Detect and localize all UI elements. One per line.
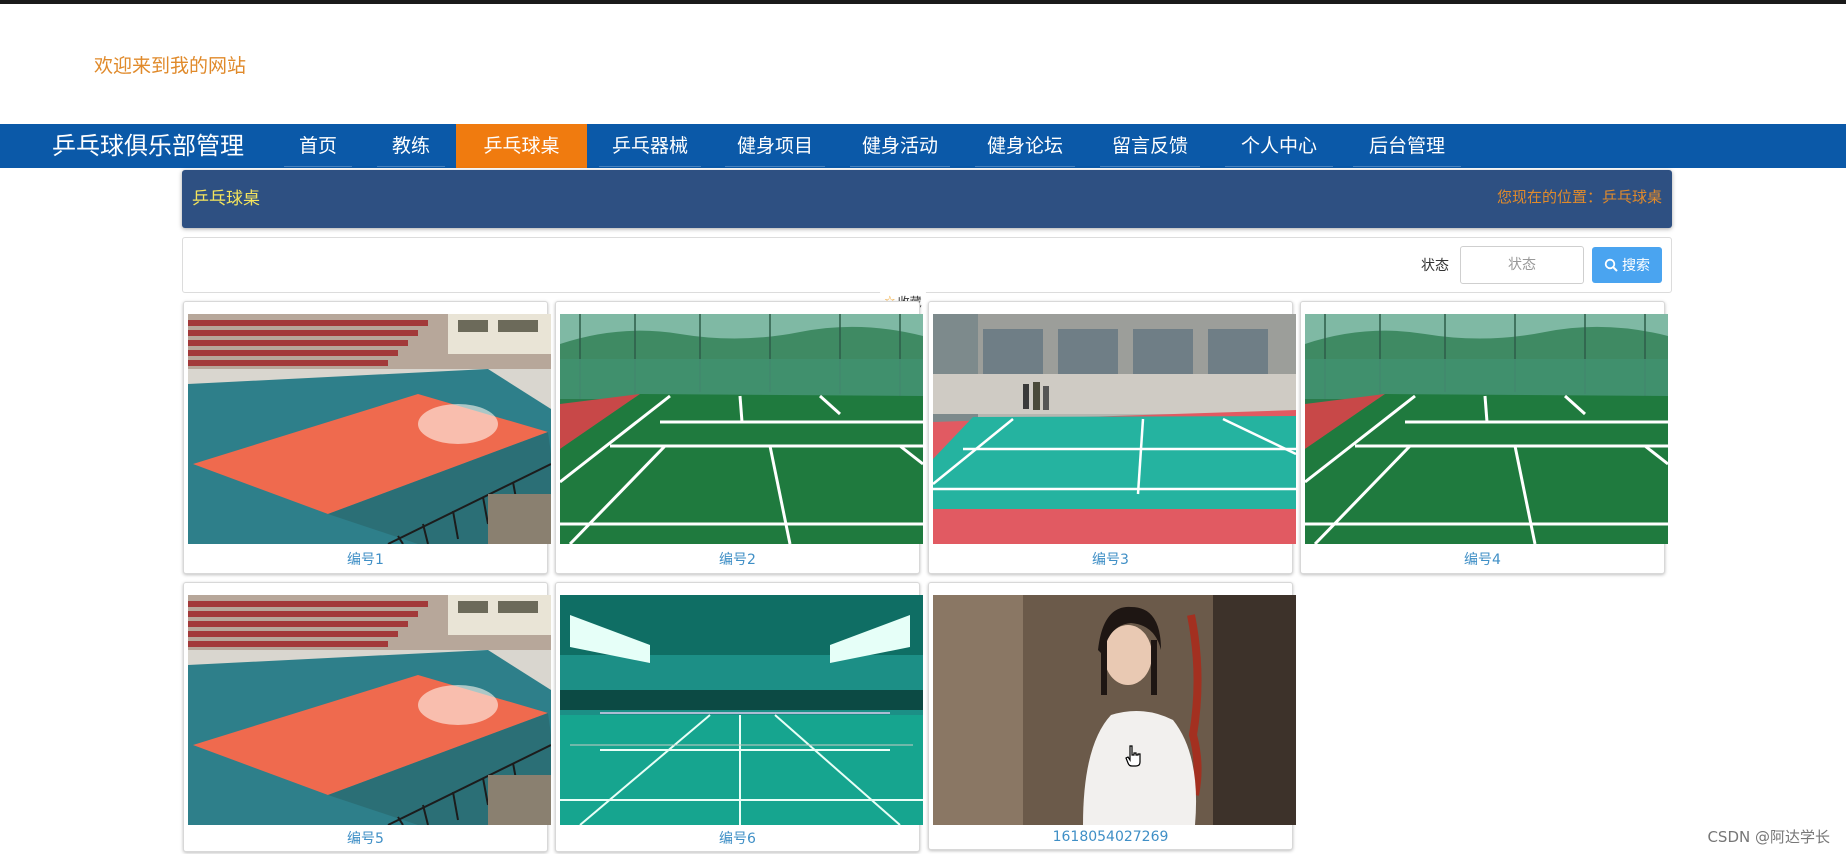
search-icon <box>1604 258 1618 272</box>
nav-coach[interactable]: 教练 <box>371 124 451 168</box>
nav-personal-center[interactable]: 个人中心 <box>1219 124 1339 168</box>
nav-feedback[interactable]: 留言反馈 <box>1094 124 1206 168</box>
card-caption[interactable]: 1618054027269 <box>929 823 1292 851</box>
status-input[interactable] <box>1460 246 1584 284</box>
card-caption[interactable]: 编号3 <box>929 546 1292 574</box>
table-card[interactable]: 编号2 <box>555 301 920 574</box>
table-card[interactable]: 编号4 <box>1300 301 1665 574</box>
status-label: 状态 <box>1421 258 1449 274</box>
breadcrumb-location: 您现在的位置：乒乓球桌 <box>1496 188 1662 206</box>
nav-fitness-forum[interactable]: 健身论坛 <box>969 124 1081 168</box>
page-title: 乒乓球桌 <box>192 189 260 209</box>
card-caption[interactable]: 编号5 <box>184 825 547 853</box>
hand-cursor-icon <box>1125 745 1141 767</box>
table-card[interactable]: 1618054027269 <box>928 582 1293 850</box>
nav-admin[interactable]: 后台管理 <box>1347 124 1467 168</box>
search-button-label: 搜索 <box>1622 258 1650 274</box>
table-card[interactable]: 编号1 <box>183 301 548 574</box>
main-navbar: 乒乓球俱乐部管理 首页 教练 乒乓球桌 乒乓器械 健身项目 健身活动 健身论坛 … <box>0 124 1846 168</box>
volleyball-court-photo[interactable] <box>188 314 551 544</box>
card-caption[interactable]: 编号2 <box>556 546 919 574</box>
card-caption[interactable]: 编号6 <box>556 825 919 853</box>
nav-home[interactable]: 首页 <box>278 124 358 168</box>
breadcrumb-bar: 乒乓球桌 您现在的位置：乒乓球桌 <box>182 170 1672 228</box>
card-caption[interactable]: 编号1 <box>184 546 547 574</box>
nav-equipment[interactable]: 乒乓器械 <box>593 124 707 168</box>
search-panel: 状态 搜索 <box>182 237 1672 293</box>
volleyball-court-photo[interactable] <box>188 595 551 825</box>
teal-court-building-photo[interactable] <box>933 314 1296 544</box>
top-border <box>0 0 1846 4</box>
indoor-badminton-hall-photo[interactable] <box>560 595 923 825</box>
table-card[interactable]: 编号3 <box>928 301 1293 574</box>
portrait-woman-white-dress-photo[interactable] <box>933 595 1296 825</box>
nav-fitness-projects[interactable]: 健身项目 <box>719 124 831 168</box>
site-brand[interactable]: 乒乓球俱乐部管理 <box>52 124 244 168</box>
table-card[interactable]: 编号5 <box>183 582 548 852</box>
csdn-watermark: CSDN @阿达学长 <box>1707 828 1830 846</box>
card-caption[interactable]: 编号4 <box>1301 546 1664 574</box>
green-tennis-court-photo[interactable] <box>560 314 923 544</box>
welcome-text: 欢迎来到我的网站 <box>94 55 247 77</box>
table-card[interactable]: 编号6 <box>555 582 920 852</box>
nav-table-tennis-tables[interactable]: 乒乓球桌 <box>456 124 587 168</box>
green-tennis-court-photo[interactable] <box>1305 314 1668 544</box>
nav-fitness-activities[interactable]: 健身活动 <box>844 124 956 168</box>
search-button[interactable]: 搜索 <box>1592 247 1662 283</box>
